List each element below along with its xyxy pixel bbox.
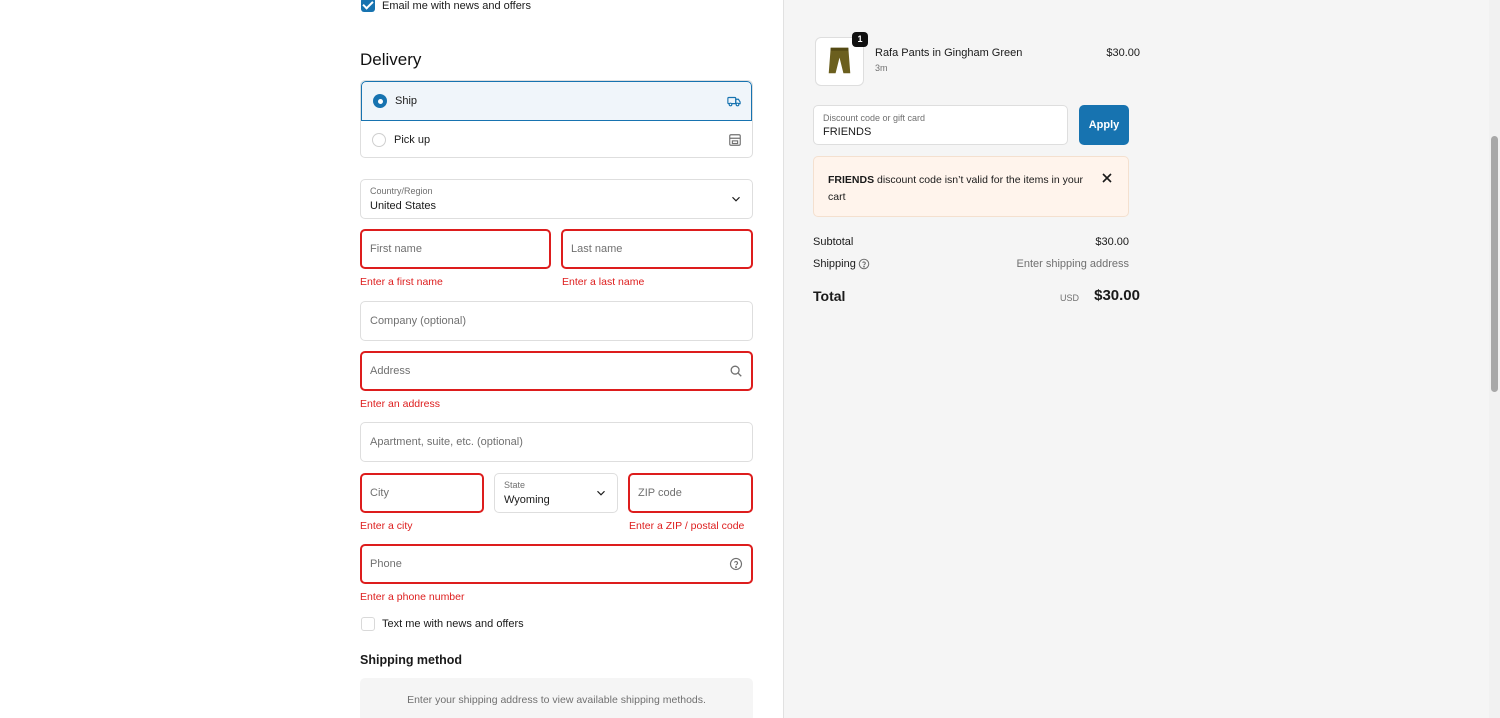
first-name-placeholder: First name bbox=[370, 243, 422, 255]
chevron-down-icon bbox=[597, 490, 605, 496]
product-name: Rafa Pants in Gingham Green bbox=[875, 47, 1023, 59]
quantity-badge: 1 bbox=[852, 32, 868, 47]
first-name-input[interactable]: First name bbox=[360, 229, 551, 269]
country-select[interactable]: Country/Region United States bbox=[360, 179, 753, 219]
shipping-method-info: Enter your shipping address to view avai… bbox=[360, 678, 753, 718]
delivery-option-pickup[interactable]: Pick up bbox=[361, 120, 752, 157]
total-currency: USD bbox=[1060, 293, 1080, 303]
product-price: $30.00 bbox=[1106, 47, 1140, 59]
city-error: Enter a city bbox=[360, 520, 413, 532]
state-label: State bbox=[504, 480, 526, 490]
truck-icon bbox=[727, 96, 741, 107]
zip-placeholder: ZIP code bbox=[638, 487, 682, 499]
apply-discount-button[interactable]: Apply bbox=[1079, 105, 1129, 145]
total-label: Total bbox=[813, 288, 846, 304]
last-name-placeholder: Last name bbox=[571, 243, 623, 255]
delivery-options: Ship Pick up bbox=[360, 80, 753, 158]
country-label: Country/Region bbox=[370, 186, 433, 196]
zip-input[interactable]: ZIP code bbox=[628, 473, 753, 513]
phone-input[interactable]: Phone bbox=[360, 544, 753, 584]
last-name-error: Enter a last name bbox=[562, 276, 645, 288]
apartment-placeholder: Apartment, suite, etc. (optional) bbox=[370, 436, 523, 448]
pickup-radio[interactable] bbox=[372, 132, 386, 147]
delivery-heading: Delivery bbox=[360, 50, 422, 69]
pickup-label: Pick up bbox=[394, 133, 431, 146]
ship-label: Ship bbox=[395, 95, 418, 107]
help-icon[interactable] bbox=[858, 258, 870, 270]
address-error: Enter an address bbox=[360, 398, 440, 410]
subtotal-value: $30.00 bbox=[1095, 236, 1129, 248]
email-optin-checkbox[interactable] bbox=[361, 0, 375, 12]
city-input[interactable]: City bbox=[360, 473, 484, 513]
shipping-row: Shipping Enter shipping address bbox=[813, 258, 1129, 270]
store-icon bbox=[729, 133, 741, 146]
first-name-error: Enter a first name bbox=[360, 276, 443, 288]
shipping-method-info-text: Enter your shipping address to view avai… bbox=[407, 694, 706, 706]
ship-radio[interactable] bbox=[373, 94, 387, 108]
phone-error: Enter a phone number bbox=[360, 591, 465, 603]
close-icon[interactable] bbox=[1101, 172, 1113, 184]
page-scrollbar[interactable] bbox=[1489, 0, 1500, 718]
sms-optin-label: Text me with news and offers bbox=[382, 618, 524, 630]
state-select[interactable]: State Wyoming bbox=[494, 473, 618, 513]
subtotal-label: Subtotal bbox=[813, 236, 854, 248]
subtotal-row: Subtotal $30.00 bbox=[813, 236, 1129, 248]
address-input[interactable]: Address bbox=[360, 351, 753, 391]
scrollbar-thumb[interactable] bbox=[1491, 136, 1498, 392]
discount-error-banner: FRIENDS discount code isn’t valid for th… bbox=[813, 156, 1129, 217]
discount-label: Discount code or gift card bbox=[823, 113, 926, 123]
company-placeholder: Company (optional) bbox=[370, 315, 466, 327]
discount-input[interactable]: Discount code or gift card FRIENDS bbox=[813, 105, 1068, 145]
discount-error-text: FRIENDS discount code isn’t valid for th… bbox=[828, 172, 1088, 206]
company-input[interactable]: Company (optional) bbox=[360, 301, 753, 341]
total-value: $30.00 bbox=[1094, 287, 1140, 304]
discount-error-code: FRIENDS bbox=[828, 174, 875, 186]
chevron-down-icon bbox=[732, 196, 740, 202]
shipping-value: Enter shipping address bbox=[1016, 258, 1129, 270]
email-optin-label: Email me with news and offers bbox=[382, 0, 531, 12]
city-placeholder: City bbox=[370, 487, 389, 499]
country-value: United States bbox=[370, 200, 437, 212]
shipping-method-heading: Shipping method bbox=[360, 653, 463, 667]
last-name-input[interactable]: Last name bbox=[561, 229, 753, 269]
sms-optin-checkbox[interactable] bbox=[361, 617, 375, 631]
discount-value: FRIENDS bbox=[823, 126, 872, 138]
state-value: Wyoming bbox=[504, 494, 550, 506]
address-placeholder: Address bbox=[370, 365, 411, 377]
zip-error: Enter a ZIP / postal code bbox=[629, 520, 745, 532]
shipping-label: Shipping bbox=[813, 258, 856, 270]
search-icon bbox=[730, 365, 742, 377]
apartment-input[interactable]: Apartment, suite, etc. (optional) bbox=[360, 422, 753, 462]
phone-placeholder: Phone bbox=[370, 558, 402, 570]
help-icon[interactable] bbox=[729, 557, 743, 571]
delivery-option-ship[interactable]: Ship bbox=[361, 81, 752, 121]
product-variant: 3m bbox=[875, 63, 888, 73]
